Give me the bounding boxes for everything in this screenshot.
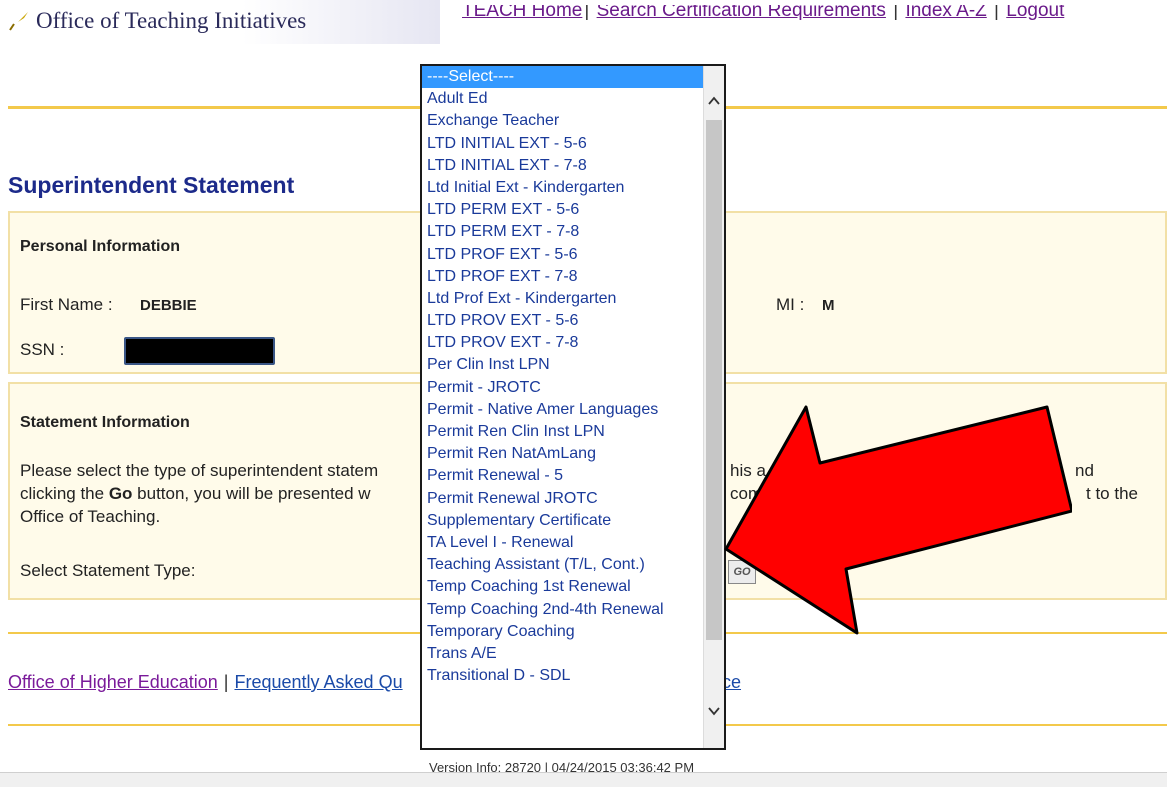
dropdown-option[interactable]: ----Select---- — [422, 66, 703, 89]
statement-text-segment: button, you will be presented w — [132, 484, 371, 503]
teach-home-link[interactable]: TEACH Home — [462, 5, 582, 21]
dropdown-option[interactable]: LTD INITIAL EXT - 5-6 — [422, 133, 703, 155]
chevron-up-icon[interactable] — [707, 94, 721, 108]
statement-text-segment: clicking the — [20, 484, 109, 503]
quill-icon — [9, 12, 28, 31]
chevron-down-icon[interactable] — [707, 704, 721, 718]
dropdown-option[interactable]: TA Level I - Renewal — [422, 532, 703, 554]
dropdown-option[interactable]: LTD PROF EXT - 7-8 — [422, 266, 703, 288]
dropdown-option[interactable]: Permit - Native Amer Languages — [422, 399, 703, 421]
dropdown-option[interactable]: Per Clin Inst LPN — [422, 354, 703, 376]
statement-text-line3: Office of Teaching. — [20, 507, 161, 526]
first-name-value: DEBBIE — [140, 297, 197, 314]
top-nav: TEACH Home | Search Certification Require… — [462, 0, 1064, 22]
higher-education-link[interactable]: Office of Higher Education — [8, 672, 218, 692]
dropdown-option[interactable]: LTD PROF EXT - 5-6 — [422, 244, 703, 266]
logo-text: Office of Teaching Initiatives — [36, 8, 307, 33]
faq-link[interactable]: Frequently Asked Qu — [234, 672, 402, 692]
dropdown-option[interactable]: LTD PERM EXT - 7-8 — [422, 221, 703, 243]
statement-text-line2-end: t to the — [1086, 484, 1138, 503]
dropdown-option[interactable]: Permit Renewal - 5 — [422, 465, 703, 487]
dropdown-scrollbar[interactable] — [703, 66, 724, 748]
select-statement-type-label: Select Statement Type: — [20, 561, 196, 580]
first-name-label: First Name : — [20, 295, 113, 314]
footer-links: Office of Higher Education | Frequently As… — [8, 672, 403, 693]
site-logo[interactable]: Office of Teaching Initiatives — [8, 8, 306, 34]
red-arrow-annotation — [724, 405, 1072, 635]
dropdown-option[interactable]: Ltd Initial Ext - Kindergarten — [422, 177, 703, 199]
go-emphasis: Go — [108, 484, 133, 503]
dropdown-option[interactable]: Supplementary Certificate — [422, 510, 703, 532]
statement-text-line2: clicking the Go button, you will be pres… — [20, 483, 371, 505]
dropdown-option[interactable]: Ltd Prof Ext - Kindergarten — [422, 288, 703, 310]
dropdown-option[interactable]: LTD PERM EXT - 5-6 — [422, 199, 703, 221]
mi-value: M — [822, 297, 835, 314]
dropdown-option[interactable]: Permit Ren Clin Inst LPN — [422, 421, 703, 443]
dropdown-option[interactable]: Adult Ed — [422, 88, 703, 110]
separator: | — [584, 0, 590, 21]
dropdown-option[interactable]: Exchange Teacher — [422, 110, 703, 132]
statement-info-heading: Statement Information — [20, 414, 190, 431]
statement-text-line1-end: nd — [1075, 461, 1094, 480]
search-certification-link[interactable]: Search Certification Requirements — [597, 5, 886, 21]
dropdown-option[interactable]: Temp Coaching 1st Renewal — [422, 576, 703, 598]
dropdown-option[interactable]: LTD INITIAL EXT - 7-8 — [422, 155, 703, 177]
separator: | — [223, 672, 229, 692]
dropdown-option[interactable]: Temp Coaching 2nd-4th Renewal — [422, 599, 703, 621]
statement-type-dropdown[interactable]: ----Select---- Adult Ed Exchange Teacher LT… — [420, 64, 726, 750]
dropdown-option[interactable]: LTD PROV EXT - 7-8 — [422, 332, 703, 354]
dropdown-options: ----Select---- Adult Ed Exchange Teacher LT… — [422, 66, 703, 687]
dropdown-option[interactable]: Permit Renewal JROTC — [422, 488, 703, 510]
ssn-redacted — [124, 337, 275, 365]
dropdown-option[interactable]: Temporary Coaching — [422, 621, 703, 643]
dropdown-option[interactable]: LTD PROV EXT - 5-6 — [422, 310, 703, 332]
dropdown-option[interactable]: Permit Ren NatAmLang — [422, 443, 703, 465]
statement-text-line1: Please select the type of superintendent… — [20, 461, 379, 480]
index-a-z-link[interactable]: Index A-Z — [905, 5, 986, 21]
mi-label: MI : — [776, 295, 805, 314]
page-title: Superintendent Statement — [8, 172, 295, 198]
dropdown-option[interactable]: Trans A/E — [422, 643, 703, 665]
browser-status-bar — [0, 772, 1167, 787]
dropdown-option[interactable]: Teaching Assistant (T/L, Cont.) — [422, 554, 703, 576]
logout-link[interactable]: Logout — [1006, 5, 1064, 21]
dropdown-option[interactable]: Transitional D - SDL — [422, 665, 703, 687]
personal-info-heading: Personal Information — [20, 238, 181, 255]
scrollbar-thumb[interactable] — [706, 120, 722, 640]
ssn-label: SSN : — [20, 340, 65, 359]
separator: | — [988, 0, 1005, 21]
dropdown-option[interactable]: Permit - JROTC — [422, 377, 703, 399]
separator: | — [887, 0, 904, 21]
